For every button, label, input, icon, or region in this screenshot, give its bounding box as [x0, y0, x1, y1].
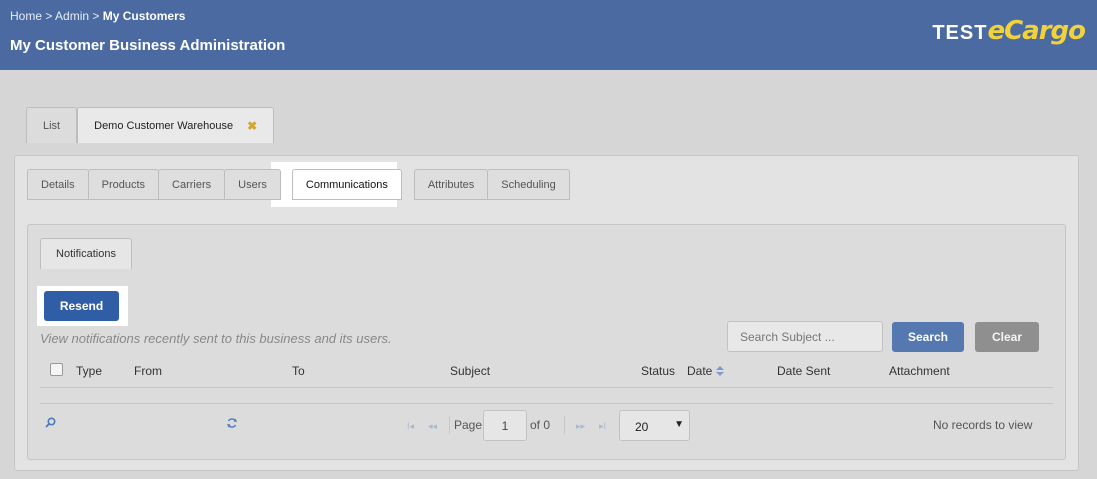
close-icon[interactable]: ✖ [247, 119, 257, 133]
tab-list[interactable]: List [26, 107, 78, 143]
breadcrumb-separator: > [92, 9, 100, 23]
app-header: Home > Admin > My Customers My Customer … [0, 0, 1097, 70]
last-page-icon[interactable]: ▸I [599, 421, 606, 432]
breadcrumb: Home > Admin > My Customers [10, 9, 185, 23]
records-status: No records to view [933, 418, 1033, 432]
page-number-input[interactable] [483, 410, 527, 441]
column-subject[interactable]: Subject [450, 364, 490, 378]
select-all-checkbox[interactable] [50, 363, 63, 376]
tab-notifications[interactable]: Notifications [40, 238, 132, 269]
tab-details[interactable]: Details [27, 169, 89, 200]
resend-button[interactable]: Resend [44, 291, 119, 321]
column-from[interactable]: From [134, 364, 162, 378]
tab-carriers[interactable]: Carriers [158, 169, 226, 200]
column-date-label: Date [687, 364, 713, 378]
column-date-sent[interactable]: Date Sent [777, 364, 830, 378]
search-subject-input[interactable] [727, 321, 883, 352]
prev-page-icon[interactable]: ◂◂ [428, 421, 437, 432]
detail-tabs: Details Products Carriers Users Communic… [27, 169, 570, 200]
logo-ecargo-text: eCargo [987, 16, 1086, 46]
refresh-icon[interactable] [226, 417, 238, 432]
clear-button[interactable]: Clear [975, 322, 1039, 352]
tab-communications[interactable]: Communications [291, 169, 402, 200]
pager-separator [564, 416, 565, 434]
tab-demo-customer-warehouse[interactable]: Demo Customer Warehouse ✖ [77, 107, 275, 143]
tab-attributes[interactable]: Attributes [413, 169, 489, 200]
page-label: Page [454, 418, 483, 432]
search-icon[interactable] [45, 417, 56, 431]
breadcrumb-home[interactable]: Home [10, 9, 42, 23]
grid-header: Type From To Subject Status Date Date Se… [40, 358, 1053, 388]
column-type[interactable]: Type [76, 364, 102, 378]
tab-users[interactable]: Users [224, 169, 281, 200]
record-tabs: List Demo Customer Warehouse ✖ [26, 107, 275, 143]
brand-logo: TESTeCargo [932, 16, 1086, 46]
page-size-value: 20 [635, 420, 649, 434]
notifications-description: View notifications recently sent to this… [40, 331, 392, 346]
search-button[interactable]: Search [892, 322, 964, 352]
breadcrumb-separator: > [45, 9, 53, 23]
page-count-text: of 0 [530, 418, 551, 432]
tab-products[interactable]: Products [87, 169, 160, 200]
tab-demo-customer-warehouse-label: Demo Customer Warehouse [94, 119, 234, 132]
page-title: My Customer Business Administration [10, 37, 286, 54]
sort-icon [716, 366, 725, 377]
tab-scheduling[interactable]: Scheduling [487, 169, 570, 200]
breadcrumb-admin[interactable]: Admin [55, 9, 89, 23]
chevron-down-icon: ▼ [674, 419, 684, 430]
column-status[interactable]: Status [641, 364, 675, 378]
logo-test-text: TEST [932, 22, 988, 44]
breadcrumb-current: My Customers [102, 9, 186, 23]
grid-pager: I◂ ◂◂ Page of 0 ▸▸ ▸I 20 ▼ No records to… [40, 403, 1053, 443]
column-attachment[interactable]: Attachment [889, 364, 950, 378]
first-page-icon[interactable]: I◂ [407, 421, 414, 432]
tab-list-label: List [43, 119, 61, 132]
column-date[interactable]: Date [687, 364, 725, 378]
pager-separator [449, 416, 450, 434]
page-size-select[interactable]: 20 ▼ [619, 410, 690, 441]
column-to[interactable]: To [292, 364, 305, 378]
next-page-icon[interactable]: ▸▸ [576, 421, 585, 432]
